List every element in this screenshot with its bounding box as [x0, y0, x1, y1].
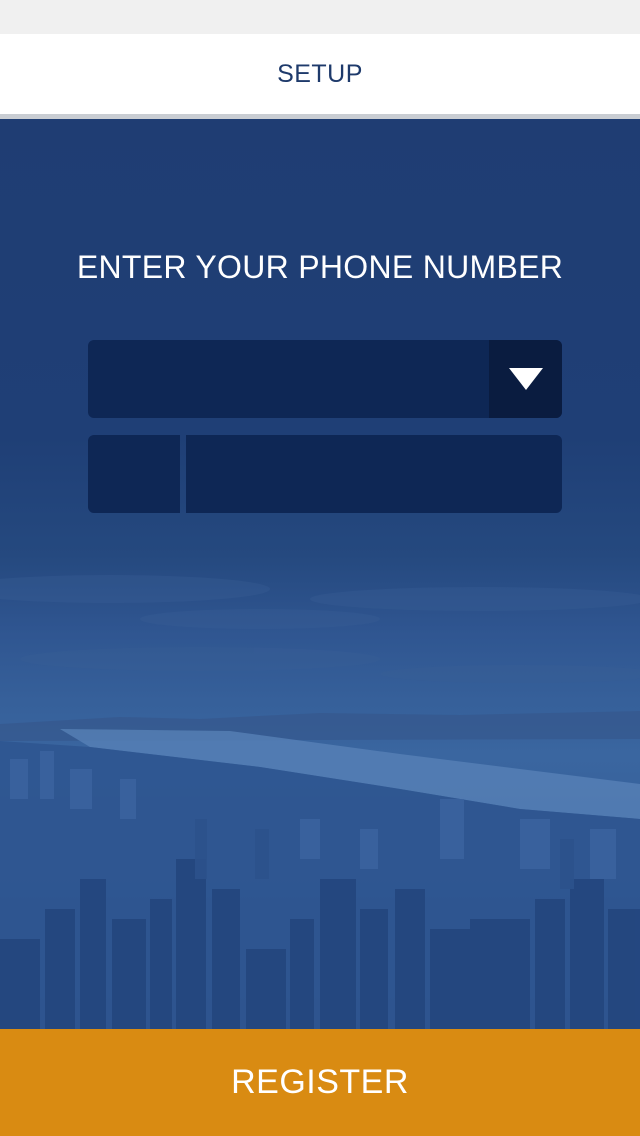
country-dropdown-button[interactable] — [489, 340, 562, 418]
phone-number-prompt: ENTER YOUR PHONE NUMBER — [76, 249, 564, 285]
navigation-bar: SETUP — [0, 34, 640, 114]
page-title: SETUP — [277, 59, 363, 88]
status-bar — [0, 0, 640, 34]
country-code-input[interactable] — [88, 435, 180, 513]
country-select[interactable] — [88, 340, 562, 418]
phone-number-input[interactable] — [186, 435, 562, 513]
register-button[interactable]: REGISTER — [0, 1029, 640, 1136]
triangle-down-icon — [508, 368, 543, 390]
city-background: ENTER YOUR PHONE NUMBER — [0, 119, 640, 1029]
phone-input-row — [88, 435, 562, 513]
setup-screen: SETUP ENTER YOUR PHONE NUMBER REGISTER — [0, 0, 640, 1136]
